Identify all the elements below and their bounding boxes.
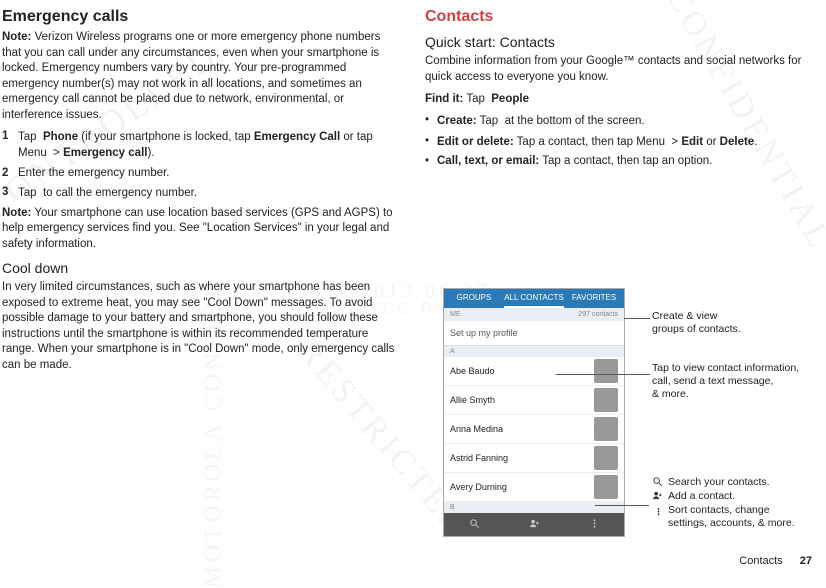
bullet-text: Edit or delete: Tap a contact, then tap … bbox=[437, 134, 757, 150]
note-label: Note: bbox=[2, 31, 31, 43]
right-column: Contacts Quick start: Contacts Combine i… bbox=[413, 0, 826, 573]
note-emergency: Note: Verizon Wireless programs one or m… bbox=[2, 30, 401, 123]
step-text: Tap to call the emergency number. bbox=[18, 185, 197, 201]
step-text: Enter the emergency number. bbox=[18, 166, 170, 182]
text: to call the emergency number. bbox=[40, 187, 197, 199]
edit-label: Edit bbox=[681, 135, 703, 147]
emergency-call-label: Emergency Call bbox=[254, 131, 340, 143]
note-location: Note: Your smartphone can use location b… bbox=[2, 206, 401, 253]
step-3: 3 Tap to call the emergency number. bbox=[2, 185, 401, 201]
label: Create: bbox=[437, 115, 477, 127]
step-number: 2 bbox=[2, 166, 18, 182]
text: at the bottom of the screen. bbox=[501, 115, 644, 127]
intro-text: Combine information from your Google™ co… bbox=[425, 54, 818, 85]
label: Edit or delete: bbox=[437, 135, 514, 147]
left-column: Emergency calls Note: Verizon Wireless p… bbox=[0, 0, 413, 573]
text: Tap bbox=[18, 131, 40, 143]
bullet-call-text-email: • Call, text, or email: Tap a contact, t… bbox=[425, 154, 818, 170]
text: Tap bbox=[477, 115, 502, 127]
step-text: Tap Phone (if your smartphone is locked,… bbox=[18, 129, 401, 162]
text: or bbox=[703, 135, 720, 147]
step-1: 1 Tap Phone (if your smartphone is locke… bbox=[2, 129, 401, 162]
note-body: Your smartphone can use location based s… bbox=[2, 207, 393, 250]
note-label: Note: bbox=[2, 207, 31, 219]
bullet-mark: • bbox=[425, 134, 437, 150]
text: ). bbox=[147, 147, 154, 159]
cool-down-body: In very limited circumstances, such as w… bbox=[2, 280, 401, 373]
bullet-mark: • bbox=[425, 154, 437, 170]
text: Tap bbox=[463, 93, 488, 105]
heading-contacts: Contacts bbox=[425, 8, 818, 26]
note-body: Verizon Wireless programs one or more em… bbox=[2, 31, 380, 121]
find-it-label: Find it: bbox=[425, 93, 463, 105]
step-number: 3 bbox=[2, 185, 18, 201]
find-it: Find it: Tap People bbox=[425, 91, 818, 107]
heading-emergency-calls: Emergency calls bbox=[2, 8, 401, 26]
delete-label: Delete bbox=[720, 135, 755, 147]
text: . bbox=[754, 135, 757, 147]
step-2: 2 Enter the emergency number. bbox=[2, 166, 401, 182]
bullet-mark: • bbox=[425, 113, 437, 129]
arrow: > bbox=[668, 135, 681, 147]
heading-quick-start: Quick start: Contacts bbox=[425, 34, 818, 50]
bullet-text: Call, text, or email: Tap a contact, the… bbox=[437, 154, 712, 170]
bullet-create: • Create: Tap at the bottom of the scree… bbox=[425, 113, 818, 129]
text: Tap bbox=[18, 187, 40, 199]
bullet-edit-delete: • Edit or delete: Tap a contact, then ta… bbox=[425, 134, 818, 150]
phone-label: Phone bbox=[40, 131, 78, 143]
emergency-call-label: Emergency call bbox=[63, 147, 147, 159]
text: (if your smartphone is locked, tap bbox=[78, 131, 254, 143]
arrow: > bbox=[50, 147, 63, 159]
label: Call, text, or email: bbox=[437, 155, 539, 167]
text: Tap a contact, then tap Menu bbox=[514, 135, 669, 147]
step-number: 1 bbox=[2, 129, 18, 162]
bullet-text: Create: Tap at the bottom of the screen. bbox=[437, 113, 645, 129]
text: Tap a contact, then tap an option. bbox=[539, 155, 712, 167]
people-label: People bbox=[488, 93, 529, 105]
heading-cool-down: Cool down bbox=[2, 260, 401, 276]
